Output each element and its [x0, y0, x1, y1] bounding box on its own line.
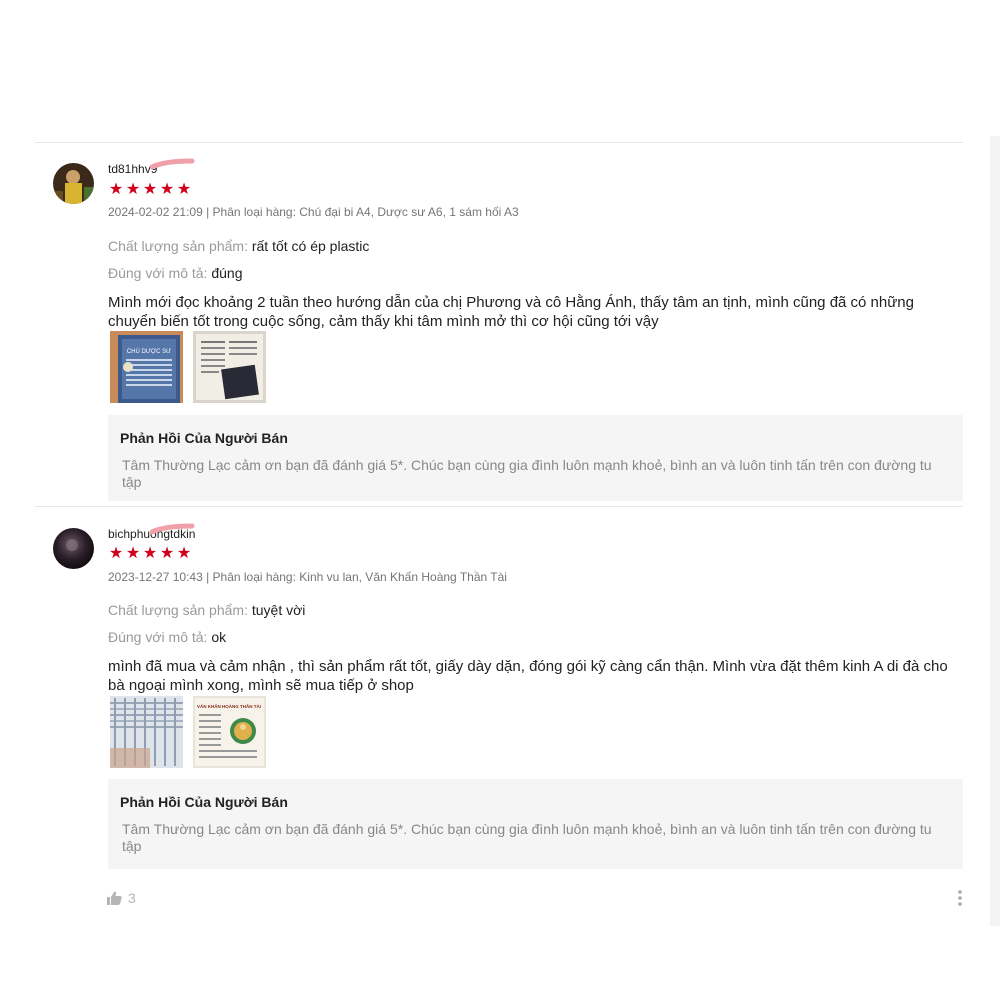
like-button[interactable]: 3	[107, 890, 136, 906]
star-rating: ★ ★ ★ ★ ★	[108, 546, 192, 562]
review-image[interactable]	[110, 696, 183, 768]
username-mask	[150, 158, 195, 170]
username-mask	[150, 523, 195, 535]
star-icon: ★	[176, 545, 192, 562]
quality-label: Chất lượng sản phẩm:	[108, 238, 248, 254]
review-image[interactable]: CHÚ DƯỢC SƯ	[110, 331, 183, 403]
reply-title: Phản Hồi Của Người Bán	[120, 430, 288, 446]
match-value: ok	[211, 629, 227, 645]
match-row: Đúng với mô tả: đúng	[108, 265, 243, 281]
star-icon: ★	[108, 545, 124, 562]
like-count: 3	[128, 890, 136, 906]
seller-reply: Phản Hồi Của Người Bán Tâm Thường Lạc cả…	[108, 415, 963, 501]
star-icon: ★	[159, 545, 175, 562]
quality-label: Chất lượng sản phẩm:	[108, 602, 248, 618]
reply-text: Tâm Thường Lạc cảm ơn bạn đã đánh giá 5*…	[122, 821, 932, 854]
review-meta: 2024-02-02 21:09 | Phân loại hàng: Chú đ…	[108, 205, 519, 219]
review-divider	[35, 506, 963, 507]
avatar[interactable]	[53, 163, 94, 204]
quality-row: Chất lượng sản phẩm: rất tốt có ép plast…	[108, 238, 369, 254]
star-icon: ★	[159, 181, 175, 198]
quality-value: rất tốt có ép plastic	[251, 238, 370, 254]
review-comment: mình đã mua và cảm nhận , thì sản phẩm r…	[108, 658, 948, 694]
quality-value: tuyệt vời	[251, 602, 306, 618]
seller-reply: Phản Hồi Của Người Bán Tâm Thường Lạc cả…	[108, 779, 963, 869]
match-label: Đúng với mô tả:	[108, 629, 208, 645]
star-icon: ★	[125, 181, 141, 198]
reply-text: Tâm Thường Lạc cảm ơn bạn đã đánh giá 5*…	[122, 457, 932, 490]
top-divider	[35, 142, 963, 143]
star-rating: ★ ★ ★ ★ ★	[108, 182, 192, 198]
avatar[interactable]	[53, 528, 94, 569]
reply-title: Phản Hồi Của Người Bán	[120, 794, 288, 810]
match-value: đúng	[211, 265, 243, 281]
review-image[interactable]	[193, 331, 266, 403]
star-icon: ★	[125, 545, 141, 562]
more-vertical-icon[interactable]	[954, 888, 966, 908]
image-caption: VĂN KHẤN HOÀNG THẦN TÀI	[197, 703, 261, 709]
star-icon: ★	[108, 181, 124, 198]
star-icon: ★	[176, 181, 192, 198]
match-label: Đúng với mô tả:	[108, 265, 208, 281]
scroll-edge	[990, 136, 1000, 926]
review-meta: 2023-12-27 10:43 | Phân loại hàng: Kinh …	[108, 570, 507, 584]
quality-row: Chất lượng sản phẩm: tuyệt vời	[108, 602, 305, 618]
image-caption: CHÚ DƯỢC SƯ	[127, 348, 171, 355]
review-image[interactable]: VĂN KHẤN HOÀNG THẦN TÀI	[193, 696, 266, 768]
star-icon: ★	[142, 545, 158, 562]
match-row: Đúng với mô tả: ok	[108, 629, 226, 645]
star-icon: ★	[142, 181, 158, 198]
review-comment: Mình mới đọc khoảng 2 tuần theo hướng dẫ…	[108, 294, 914, 330]
thumbs-up-icon	[107, 891, 122, 905]
